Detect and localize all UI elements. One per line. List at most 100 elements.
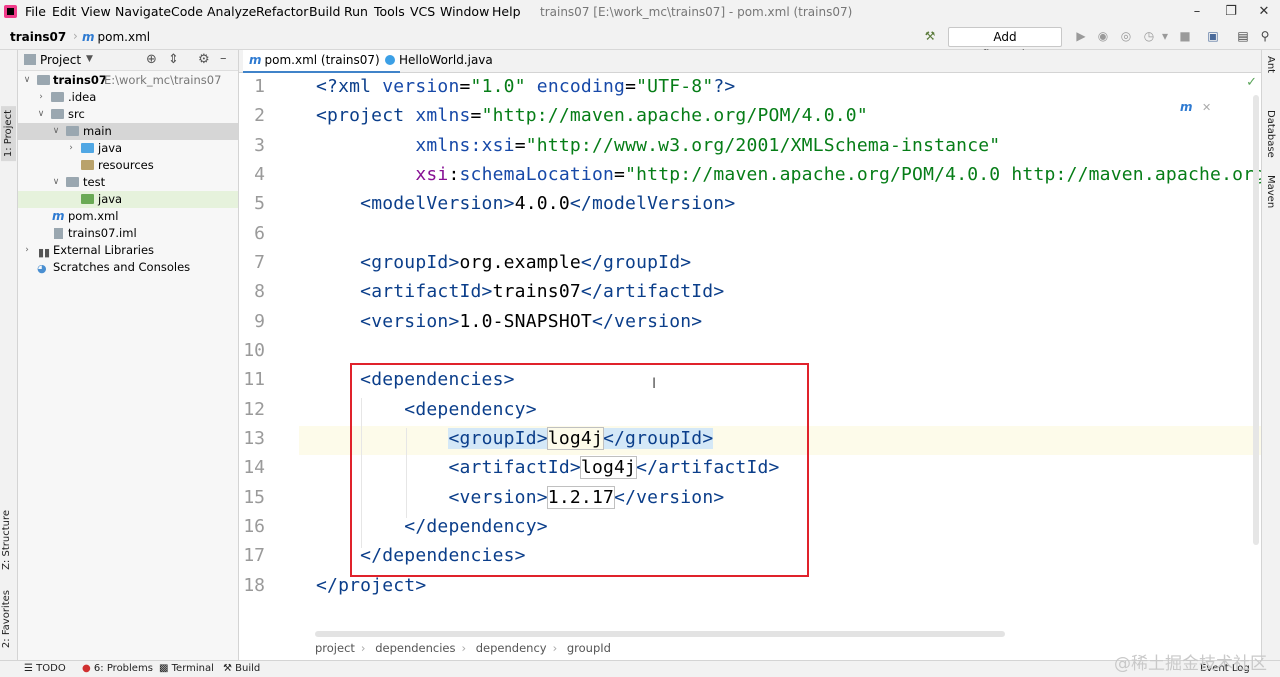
tab-pom-xml[interactable]: mpom.xml (trains07)✕ (243, 50, 400, 74)
line-number: 5 (254, 193, 265, 214)
java-class-icon (385, 55, 395, 65)
stop-icon[interactable]: ■ (1177, 28, 1193, 44)
tool-tab-favorites[interactable]: 2: Favorites (1, 590, 12, 648)
tool-tab-structure[interactable]: Z: Structure (1, 510, 12, 570)
resources-folder-icon (81, 160, 94, 170)
menu-refactor[interactable]: Refactor (256, 4, 308, 19)
watermark: @稀土掘金技术社区 (1114, 654, 1267, 674)
project-structure-icon[interactable]: ▣ (1205, 28, 1221, 44)
line-number: 2 (254, 105, 265, 126)
run-icon[interactable]: ▶ (1073, 28, 1089, 44)
folder-icon (51, 109, 64, 119)
chevron-down-icon[interactable]: ∨ (51, 174, 61, 191)
breadcrumb-project[interactable]: trains07 (10, 30, 66, 44)
breadcrumb-item[interactable]: groupId (567, 641, 611, 655)
tree-item-test[interactable]: ∨ test (18, 174, 238, 191)
tree-item-pom[interactable]: m pom.xml (18, 208, 238, 225)
tool-tab-project[interactable]: 1: Project (1, 106, 16, 162)
tool-tab-ant[interactable]: Ant (1265, 56, 1276, 73)
tree-label: External Libraries (53, 243, 155, 257)
tab-helloworld-java[interactable]: HelloWorld.java (379, 50, 499, 71)
tree-item-external-libraries[interactable]: › ▮▮ External Libraries (18, 242, 238, 259)
vertical-scrollbar[interactable] (1253, 95, 1259, 545)
tree-item-scratches[interactable]: ◕ Scratches and Consoles (18, 259, 238, 276)
hide-panel-icon[interactable]: – (220, 51, 227, 66)
close-tag: </modelVersion> (569, 193, 736, 214)
menu-help[interactable]: Help (492, 4, 521, 19)
minimize-icon[interactable]: – (1185, 2, 1209, 22)
add-configuration-button[interactable]: Add Configuration... (948, 27, 1062, 62)
restore-icon[interactable]: ❐ (1219, 2, 1243, 22)
menu-tools[interactable]: Tools (374, 4, 405, 19)
breadcrumb-item[interactable]: dependencies (375, 641, 455, 655)
tool-tab-maven[interactable]: Maven (1265, 175, 1276, 208)
hammer-build-icon[interactable]: ⚒ (922, 28, 938, 44)
menu-code[interactable]: Code (171, 4, 203, 19)
tree-label: test (83, 175, 106, 189)
chevron-down-icon[interactable]: ∨ (51, 123, 61, 140)
tree-item-idea[interactable]: › .idea (18, 89, 238, 106)
chevron-down-icon[interactable]: ▼ (86, 54, 93, 64)
tree-label: pom.xml (68, 209, 119, 223)
tree-label: trains07.iml (68, 226, 137, 240)
chevron-down-icon[interactable]: ∨ (22, 72, 32, 89)
profile-icon[interactable]: ◷ (1141, 28, 1157, 44)
maven-reload-icon[interactable]: m (1180, 100, 1194, 114)
coverage-icon[interactable]: ◎ (1118, 28, 1134, 44)
project-view-selector[interactable]: Project (40, 53, 81, 67)
tree-item-resources[interactable]: resources (18, 157, 238, 174)
tree-item-trains07[interactable]: ∨ trains07 E:\work_mc\trains07 (18, 72, 238, 89)
debug-icon[interactable]: ◉ (1095, 28, 1111, 44)
build-tool-button[interactable]: ⚒ Build (223, 663, 260, 674)
attr-value: "1.0" (470, 76, 526, 97)
menu-navigate[interactable]: Navigate (115, 4, 171, 19)
close-tag: </artifactId> (580, 281, 725, 302)
chevron-right-icon[interactable]: › (66, 140, 76, 157)
attr-name: encoding (536, 76, 626, 97)
menu-view[interactable]: View (81, 4, 111, 19)
code-line-5: <modelVersion>4.0.0</modelVersion> (316, 193, 735, 214)
menu-analyze[interactable]: Analyze (207, 4, 256, 19)
breadcrumb-item[interactable]: project (315, 641, 355, 655)
menu-build[interactable]: Build (309, 4, 340, 19)
tree-item-iml[interactable]: trains07.iml (18, 225, 238, 242)
more-run-options-icon[interactable]: ▾ (1160, 28, 1170, 44)
menu-run[interactable]: Run (344, 4, 368, 19)
code-editor[interactable]: <?xml version="1.0" encoding="UTF-8"?> <… (299, 73, 1261, 633)
collapse-all-icon[interactable]: ⇕ (168, 52, 179, 67)
horizontal-scrollbar[interactable] (315, 631, 1005, 637)
gear-icon[interactable]: ⚙ (198, 52, 210, 67)
chevron-down-icon[interactable]: ∨ (36, 106, 46, 123)
todo-label: TODO (36, 663, 66, 674)
breadcrumb-item[interactable]: dependency (476, 641, 547, 655)
tab-label: pom.xml (trains07) (264, 53, 380, 67)
menu-window[interactable]: Window (440, 4, 489, 19)
code-line-2: <project xmlns="http://maven.apache.org/… (316, 105, 868, 126)
close-popup-icon[interactable]: ✕ (1202, 101, 1211, 114)
tree-item-main-java[interactable]: › java (18, 140, 238, 157)
line-number: 6 (254, 223, 265, 244)
layout-icon[interactable]: ▤ (1235, 28, 1251, 44)
menu-vcs[interactable]: VCS (410, 4, 435, 19)
close-tag: </version> (591, 311, 703, 332)
chevron-right-icon[interactable]: › (36, 89, 46, 106)
menu-file[interactable]: File (25, 4, 46, 19)
close-window-icon[interactable]: ✕ (1252, 2, 1276, 22)
breadcrumb-file[interactable]: m pom.xml (82, 30, 150, 44)
tree-item-main[interactable]: ∨ main (18, 123, 238, 140)
problems-tool-button[interactable]: ● 6: Problems (82, 663, 153, 674)
tree-label: java (98, 192, 123, 206)
tree-item-src[interactable]: ∨ src (18, 106, 238, 123)
tree-item-test-java[interactable]: java (18, 191, 238, 208)
locate-file-icon[interactable]: ⊕ (146, 52, 157, 67)
breadcrumb-separator-icon: › (73, 29, 78, 43)
equals: = (459, 76, 471, 97)
todo-tool-button[interactable]: ☰ TODO (24, 663, 66, 674)
line-number: 9 (254, 311, 265, 332)
terminal-tool-button[interactable]: ▩ Terminal (159, 663, 214, 674)
search-everywhere-icon[interactable]: ⚲ (1257, 28, 1273, 44)
chevron-right-icon[interactable]: › (22, 242, 32, 259)
menu-edit[interactable]: Edit (52, 4, 76, 19)
tool-tab-database[interactable]: Database (1265, 110, 1276, 158)
